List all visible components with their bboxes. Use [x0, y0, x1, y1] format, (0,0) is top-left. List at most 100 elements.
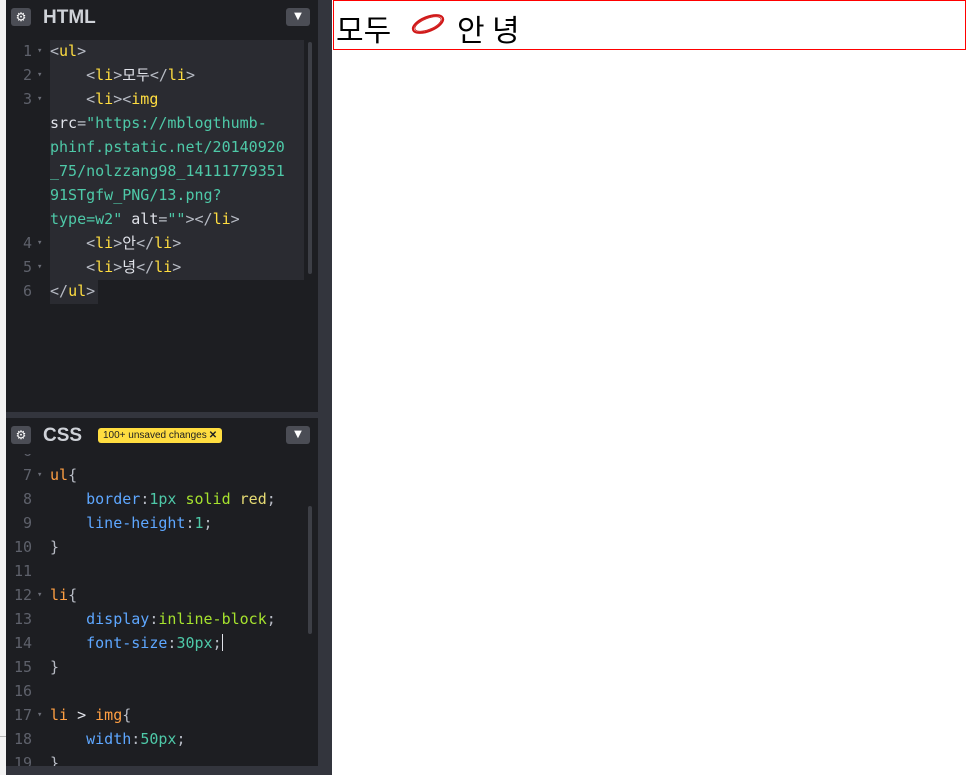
code-token: ;: [266, 610, 276, 628]
close-icon[interactable]: ✕: [209, 430, 217, 441]
code-token: :: [131, 730, 141, 748]
code-text: 91STgfw_PNG/13.png?: [50, 183, 222, 207]
code-line[interactable]: 13 display:inline-block;: [6, 607, 318, 631]
code-token: phinf.pstatic.net/20140920: [50, 138, 285, 156]
line-number: 17: [13, 706, 32, 724]
css-code-area[interactable]: 67▾ul{8 border:1px solid red;9 line-heig…: [6, 418, 318, 768]
preview-list-item: 모두: [336, 14, 392, 49]
code-token: red: [239, 490, 267, 508]
code-line[interactable]: src="https://mblogthumb-: [6, 111, 318, 135]
code-token: >: [172, 234, 182, 252]
code-token: ></: [185, 210, 213, 228]
line-number: 5: [22, 258, 32, 276]
preview-list-item: 녕: [492, 14, 520, 49]
code-line[interactable]: 18 width:50px;: [6, 727, 318, 751]
code-token: 모두: [122, 66, 150, 84]
code-token: 91STgfw_PNG/13.png?: [50, 186, 222, 204]
line-number: 9: [22, 514, 32, 532]
code-token: img: [95, 706, 123, 724]
code-text: type=w2" alt=""></li>: [50, 207, 240, 231]
line-number: 1: [22, 42, 32, 60]
code-line[interactable]: 12 ▾ li{: [6, 583, 318, 607]
preview-list-item: 안: [457, 14, 485, 49]
code-line[interactable]: 11: [6, 559, 318, 583]
code-token: ;: [212, 634, 222, 652]
code-line[interactable]: _75/nolzzang98_14111779351: [6, 159, 318, 183]
css-settings-button[interactable]: ⚙: [11, 426, 31, 444]
html-code-area[interactable]: 1 ▾ <ul> 2 ▾ <li>모두</li> 3 ▾ <li><img src="http…: [6, 0, 318, 412]
line-number: 10: [13, 538, 32, 556]
code-token: "https://mblogthumb-: [86, 114, 267, 132]
code-token: >: [113, 258, 123, 276]
code-token: 1: [194, 514, 204, 532]
html-scrollbar[interactable]: [308, 42, 312, 274]
preview-resize-divider[interactable]: [318, 0, 332, 775]
code-text: <ul>: [50, 39, 86, 63]
css-scrollbar[interactable]: [308, 506, 312, 634]
fold-arrow-icon[interactable]: ▾: [37, 255, 42, 279]
code-token: >: [77, 42, 87, 60]
fold-arrow-icon[interactable]: ▾: [37, 463, 42, 487]
code-line[interactable]: 2 ▾ <li>모두</li>: [6, 63, 318, 87]
fold-arrow-icon[interactable]: ▾: [37, 231, 42, 255]
code-token: >: [113, 66, 123, 84]
fold-arrow-icon[interactable]: ▾: [37, 583, 42, 607]
code-token: </: [136, 234, 155, 252]
code-token: "": [167, 210, 186, 228]
code-line[interactable]: 16: [6, 679, 318, 703]
code-line[interactable]: 1 ▾ <ul>: [6, 39, 318, 63]
code-text: li > img{: [50, 703, 131, 727]
code-token: <: [86, 90, 96, 108]
console-bar: [6, 766, 318, 775]
code-line[interactable]: 14 font-size:30px;: [6, 631, 318, 655]
code-token: <: [86, 234, 96, 252]
code-token: ;: [176, 730, 186, 748]
unsaved-changes-badge[interactable]: 100+ unsaved changes ✕: [98, 428, 223, 443]
code-token: </: [149, 66, 168, 84]
line-number: 11: [13, 562, 32, 580]
gear-icon: ⚙: [15, 428, 27, 442]
code-line[interactable]: 10}: [6, 535, 318, 559]
code-line[interactable]: type=w2" alt=""></li>: [6, 207, 318, 231]
code-token: }: [50, 658, 60, 676]
code-token: display: [86, 610, 150, 628]
code-token: {: [122, 706, 132, 724]
fold-arrow-icon[interactable]: ▾: [37, 63, 42, 87]
code-text: width:50px;: [50, 727, 185, 751]
code-line[interactable]: 6 </ul>: [6, 279, 318, 303]
code-line[interactable]: 5 ▾ <li>녕</li>: [6, 255, 318, 279]
fold-arrow-icon[interactable]: ▾: [37, 703, 42, 727]
code-line[interactable]: 7 ▾ ul{: [6, 463, 318, 487]
code-token: 녕: [122, 258, 137, 276]
code-token: <: [50, 42, 60, 60]
preview-list-item-image: [406, 9, 456, 45]
code-text: ul{: [50, 463, 77, 487]
code-line[interactable]: 4 ▾ <li>안</li>: [6, 231, 318, 255]
unsaved-changes-label: 100+ unsaved changes: [103, 430, 207, 441]
code-token: ul: [59, 42, 78, 60]
code-line[interactable]: 15}: [6, 655, 318, 679]
code-token: alt: [122, 210, 159, 228]
code-line[interactable]: 9 line-height:1;: [6, 511, 318, 535]
text-cursor: [221, 634, 223, 651]
chevron-down-icon: ▼: [294, 429, 302, 440]
html-editor-pane: ⚙ HTML ▼ 1 ▾ <ul> 2 ▾ <li>모두</li> 3 ▾ <li><img…: [6, 0, 318, 412]
code-token: li: [50, 706, 69, 724]
code-line[interactable]: phinf.pstatic.net/20140920: [6, 135, 318, 159]
code-token: li: [50, 586, 69, 604]
code-line[interactable]: 17 ▾ li > img{: [6, 703, 318, 727]
css-collapse-button[interactable]: ▼: [286, 426, 310, 444]
code-line[interactable]: 91STgfw_PNG/13.png?: [6, 183, 318, 207]
code-text: <li>안</li>: [50, 231, 181, 255]
fold-arrow-icon[interactable]: ▾: [37, 87, 42, 111]
code-line[interactable]: 8 border:1px solid red;: [6, 487, 318, 511]
line-number: 16: [13, 682, 32, 700]
fold-arrow-icon[interactable]: ▾: [37, 39, 42, 63]
code-line[interactable]: 3 ▾ <li><img: [6, 87, 318, 111]
code-token: font-size: [86, 634, 168, 652]
